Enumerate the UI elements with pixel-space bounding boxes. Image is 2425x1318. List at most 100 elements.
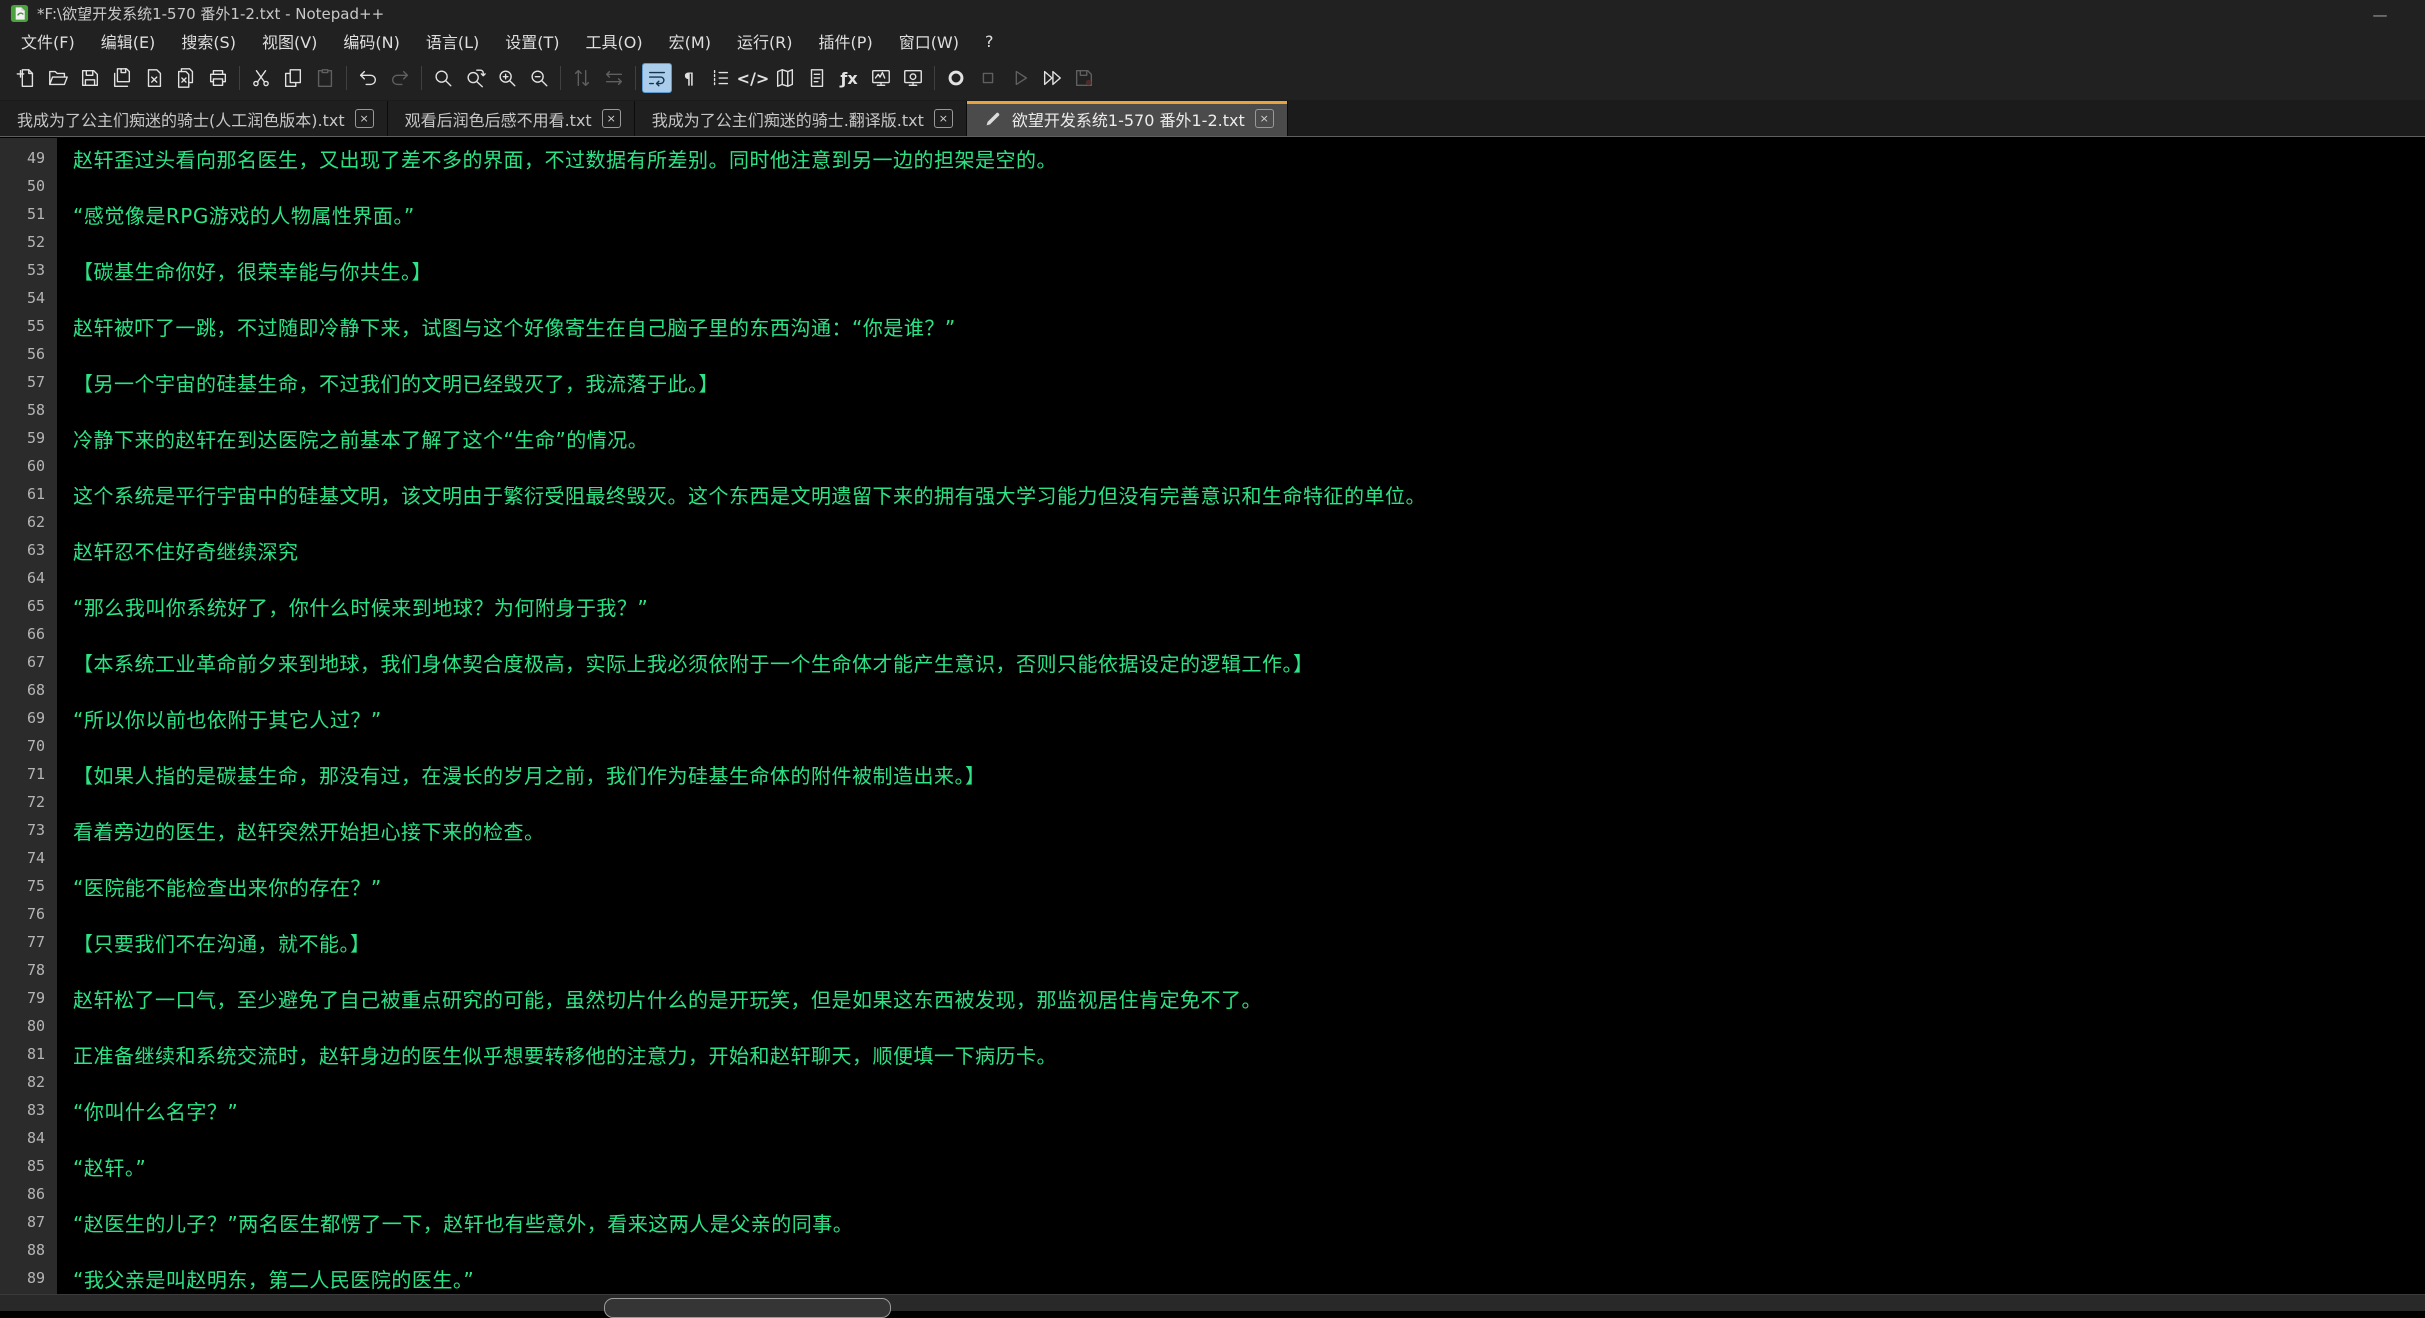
save-icon[interactable] <box>75 63 105 93</box>
find-icon[interactable] <box>428 63 458 93</box>
play-macro-icon[interactable] <box>1005 63 1035 93</box>
menu-view[interactable]: 视图(V) <box>249 26 330 56</box>
close-file-icon[interactable] <box>139 63 169 93</box>
line-number: 75 <box>0 877 57 895</box>
line-text[interactable]: 赵轩松了一口气，至少避免了自己被重点研究的可能，虽然切片什么的是开玩笑，但是如果… <box>57 984 1262 1013</box>
line-text[interactable]: 【如果人指的是碳基生命，那没有过，在漫长的岁月之前，我们作为硅基生命体的附件被制… <box>57 760 986 789</box>
line-text[interactable]: 【另一个宇宙的硅基生命，不过我们的文明已经毁灭了，我流落于此。】 <box>57 368 719 397</box>
tab-close-icon[interactable]: × <box>602 109 621 128</box>
line-row: 50 <box>0 172 2425 200</box>
tab-desire-dev-system-active[interactable]: 欲望开发系统1-570 番外1-2.txt × <box>967 101 1288 136</box>
copy-icon[interactable] <box>278 63 308 93</box>
line-text[interactable]: 这个系统是平行宇宙中的硅基文明，该文明由于繁衍受阻最终毁灭。这个东西是文明遗留下… <box>57 480 1426 509</box>
horizontal-scrollbar-thumb[interactable] <box>604 1298 891 1318</box>
line-text[interactable]: 【本系统工业革命前夕来到地球，我们身体契合度极高，实际上我必须依附于一个生命体才… <box>57 648 1314 677</box>
document-map-icon[interactable] <box>770 63 800 93</box>
menu-encoding[interactable]: 编码(N) <box>330 26 412 56</box>
menu-window[interactable]: 窗口(W) <box>886 26 972 56</box>
tab-knight-manual-polish[interactable]: 我成为了公主们痴迷的骑士(人工润色版本).txt × <box>0 101 388 136</box>
line-number: 64 <box>0 569 57 587</box>
line-text[interactable]: 【只要我们不在沟通，就不能。】 <box>57 928 371 957</box>
menu-edit[interactable]: 编辑(E) <box>88 26 169 56</box>
document-list-icon[interactable] <box>802 63 832 93</box>
macro-view-icon[interactable] <box>898 63 928 93</box>
menu-file[interactable]: 文件(F) <box>8 26 88 56</box>
line-text[interactable]: 正准备继续和系统交流时，赵轩身边的医生似乎想要转移他的注意力，开始和赵轩聊天，顺… <box>57 1040 1057 1069</box>
sync-horizontal-scroll-icon[interactable] <box>599 63 629 93</box>
horizontal-scrollbar[interactable] <box>0 1294 2425 1311</box>
cut-icon[interactable] <box>246 63 276 93</box>
tab-afterview-notes[interactable]: 观看后润色后感不用看.txt × <box>388 101 635 136</box>
paste-icon[interactable] <box>310 63 340 93</box>
menu-help[interactable]: ? <box>972 29 1007 54</box>
line-text[interactable]: “所以你以前也依附于其它人过？” <box>57 704 382 733</box>
menu-bar: 文件(F) 编辑(E) 搜索(S) 视图(V) 编码(N) 语言(L) 设置(T… <box>0 26 2425 56</box>
function-list-icon[interactable]: </> <box>738 63 768 93</box>
replace-icon[interactable] <box>460 63 490 93</box>
menu-search[interactable]: 搜索(S) <box>168 26 249 56</box>
word-wrap-icon[interactable] <box>642 63 672 93</box>
function-completion-icon[interactable]: ƒx <box>834 63 864 93</box>
line-text[interactable]: “那么我叫你系统好了，你什么时候来到地球？为何附身于我？” <box>57 592 648 621</box>
editor[interactable]: 49 赵轩歪过头看向那名医生，又出现了差不多的界面，不过数据有所差别。同时他注意… <box>0 138 2425 1294</box>
tab-close-icon[interactable]: × <box>1255 109 1274 128</box>
line-row: 65 “那么我叫你系统好了，你什么时候来到地球？为何附身于我？” <box>0 592 2425 620</box>
minimize-button[interactable]: — <box>2365 6 2395 24</box>
line-number: 52 <box>0 233 57 251</box>
tab-label: 欲望开发系统1-570 番外1-2.txt <box>1012 107 1245 131</box>
toolbar-separator <box>239 66 240 90</box>
line-number: 78 <box>0 961 57 979</box>
line-text[interactable]: 【碳基生命你好，很荣幸能与你共生。】 <box>57 256 432 285</box>
menu-run[interactable]: 运行(R) <box>724 26 806 56</box>
save-macro-icon[interactable] <box>1069 63 1099 93</box>
line-row: 80 <box>0 1012 2425 1040</box>
line-text[interactable]: 赵轩忍不住好奇继续深究 <box>57 536 299 565</box>
tab-knight-translated[interactable]: 我成为了公主们痴迷的骑士.翻译版.txt × <box>635 101 967 136</box>
line-number: 54 <box>0 289 57 307</box>
line-row: 77 【只要我们不在沟通，就不能。】 <box>0 928 2425 956</box>
line-text[interactable]: “感觉像是RPG游戏的人物属性界面。” <box>57 200 415 229</box>
sync-vertical-scroll-icon[interactable] <box>567 63 597 93</box>
line-text[interactable]: 赵轩歪过头看向那名医生，又出现了差不多的界面，不过数据有所差别。同时他注意到另一… <box>57 144 1057 173</box>
menu-macro[interactable]: 宏(M) <box>656 26 724 56</box>
line-text[interactable]: “你叫什么名字？” <box>57 1096 238 1125</box>
tab-close-icon[interactable]: × <box>934 109 953 128</box>
close-all-icon[interactable] <box>171 63 201 93</box>
line-row: 78 <box>0 956 2425 984</box>
redo-icon[interactable] <box>385 63 415 93</box>
open-file-icon[interactable] <box>43 63 73 93</box>
line-row: 82 <box>0 1068 2425 1096</box>
line-text[interactable]: 冷静下来的赵轩在到达医院之前基本了解了这个“生命”的情况。 <box>57 424 648 453</box>
monitoring-icon[interactable] <box>866 63 896 93</box>
zoom-in-icon[interactable] <box>492 63 522 93</box>
line-text[interactable]: 赵轩被吓了一跳，不过随即冷静下来，试图与这个好像寄生在自己脑子里的东西沟通：“你… <box>57 312 956 341</box>
print-icon[interactable] <box>203 63 233 93</box>
line-number: 66 <box>0 625 57 643</box>
new-file-icon[interactable] <box>11 63 41 93</box>
menu-language[interactable]: 语言(L) <box>413 26 492 56</box>
save-all-icon[interactable] <box>107 63 137 93</box>
title-bar[interactable]: *F:\欲望开发系统1-570 番外1-2.txt - Notepad++ — <box>0 0 2425 26</box>
toolbar-separator <box>560 66 561 90</box>
stop-macro-icon[interactable] <box>973 63 1003 93</box>
line-text[interactable]: “我父亲是叫赵明东，第二人民医院的医生。” <box>57 1264 474 1293</box>
run-macro-multiple-icon[interactable] <box>1037 63 1067 93</box>
toolbar-separator <box>346 66 347 90</box>
record-macro-icon[interactable] <box>941 63 971 93</box>
menu-tools[interactable]: 工具(O) <box>573 26 656 56</box>
line-text[interactable]: “医院能不能检查出来你的存在？” <box>57 872 382 901</box>
menu-plugins[interactable]: 插件(P) <box>806 26 886 56</box>
line-text[interactable]: “赵医生的儿子？”两名医生都愣了一下，赵轩也有些意外，看来这两人是父亲的同事。 <box>57 1208 853 1237</box>
zoom-out-icon[interactable] <box>524 63 554 93</box>
menu-settings[interactable]: 设置(T) <box>492 26 572 56</box>
toolbar-separator <box>635 66 636 90</box>
line-text[interactable]: 看着旁边的医生，赵轩突然开始担心接下来的检查。 <box>57 816 545 845</box>
undo-icon[interactable] <box>353 63 383 93</box>
line-text[interactable]: “赵轩。” <box>57 1152 146 1181</box>
show-all-characters-icon[interactable]: ¶ <box>674 63 704 93</box>
line-row: 86 <box>0 1180 2425 1208</box>
tab-close-icon[interactable]: × <box>355 109 374 128</box>
line-row: 83 “你叫什么名字？” <box>0 1096 2425 1124</box>
show-indent-guide-icon[interactable] <box>706 63 736 93</box>
tab-label: 我成为了公主们痴迷的骑士.翻译版.txt <box>652 107 924 131</box>
